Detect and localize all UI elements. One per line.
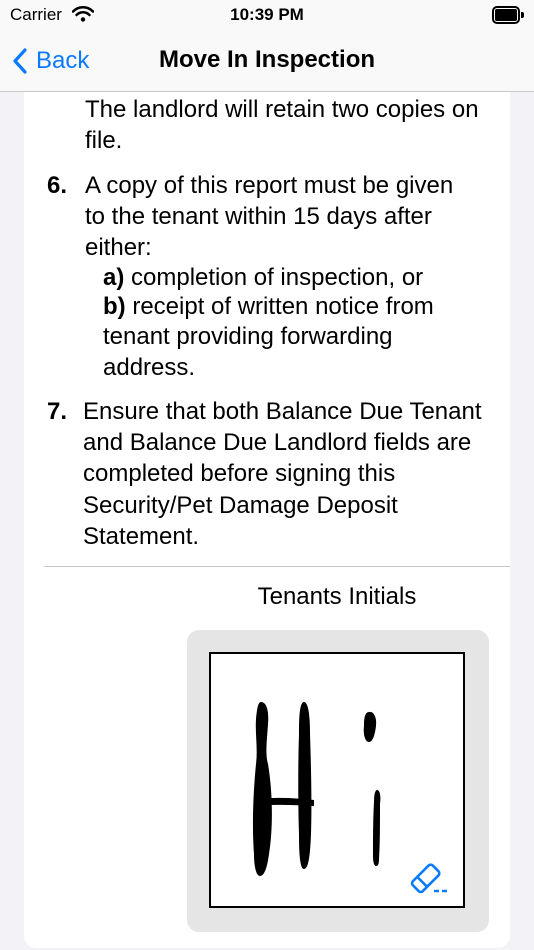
- item-6-line: A copy of this report must be given: [85, 172, 454, 199]
- sub-b-label: b): [103, 293, 126, 320]
- inspection-scroll-view[interactable]: The landlord will retain two copies on f…: [24, 92, 510, 948]
- item-7-line: completed before signing this: [83, 460, 396, 487]
- item-6-sub-b: b) receipt of written notice from: [103, 291, 434, 322]
- item-7-line: Ensure that both Balance Due Tenant: [83, 398, 482, 425]
- navigation-bar: Back Move In Inspection: [0, 30, 534, 92]
- item-7-number: 7.: [47, 398, 68, 425]
- tenants-initials-label: Tenants Initials: [257, 583, 417, 610]
- item-6-sub-b-line: address.: [103, 354, 196, 381]
- battery-icon: [492, 6, 524, 24]
- status-time: 10:39 PM: [230, 5, 304, 24]
- sub-b-text: receipt of written notice from: [132, 293, 434, 320]
- intro-line: The landlord will retain two copies on: [85, 96, 479, 123]
- item-6-line: to the tenant within 15 days after: [85, 203, 432, 230]
- item-7-line: Security/Pet Damage Deposit: [83, 492, 398, 519]
- intro-line: file.: [85, 127, 123, 154]
- sub-a-text: completion of inspection, or: [131, 264, 424, 291]
- status-bar: Carrier 10:39 PM: [0, 0, 534, 30]
- page-title: Move In Inspection: [158, 46, 376, 73]
- section-divider: [44, 566, 510, 567]
- item-6-number: 6.: [47, 172, 68, 199]
- sub-a-label: a): [103, 264, 125, 291]
- eraser-icon[interactable]: [408, 859, 450, 895]
- item-7-line: Statement.: [83, 523, 200, 550]
- signature-pad-container: [187, 630, 489, 932]
- item-6-line: either:: [85, 234, 152, 261]
- item-6-sub-b-line: tenant providing forwarding: [103, 323, 393, 350]
- item-6-sub-a: a) completion of inspection, or: [103, 262, 423, 293]
- signature-pad[interactable]: [209, 652, 465, 908]
- item-7-line: and Balance Due Landlord fields are: [83, 429, 472, 456]
